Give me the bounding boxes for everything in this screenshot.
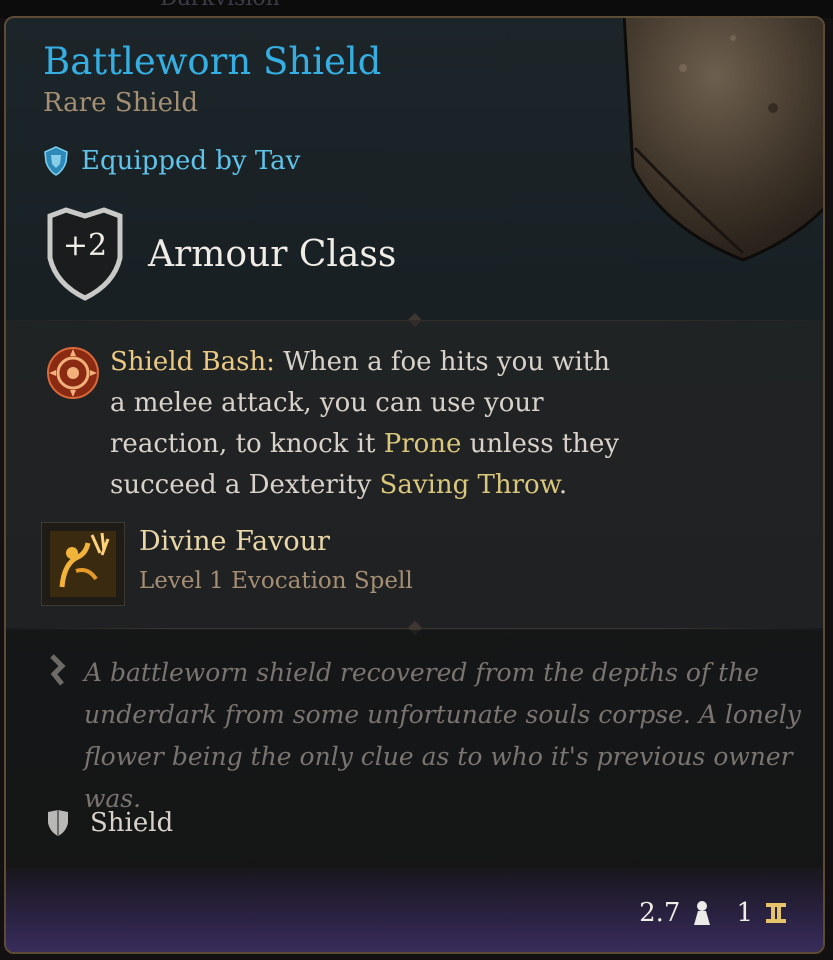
equipped-armor-icon [44, 146, 68, 176]
item-type: Shield [90, 808, 174, 838]
shield-bash-icon [47, 347, 99, 399]
equipped-status: Equipped by Tav [43, 146, 300, 176]
keyword-prone[interactable]: Prone [384, 429, 462, 459]
ac-label: Armour Class [148, 233, 397, 275]
scroll-quill-icon [50, 654, 66, 686]
weight-value: 2.7 [639, 898, 681, 928]
divine-favour-icon[interactable] [41, 522, 125, 606]
shield-illustration [623, 18, 823, 262]
equipped-label: Equipped by Tav [81, 146, 301, 176]
item-type-row: Shield [46, 808, 173, 838]
passive-name: Shield Bash: [110, 347, 275, 377]
flavor-text: A battleworn shield recovered from the d… [84, 658, 801, 813]
background-label: Darkvision [160, 0, 280, 11]
keyword-saving-throw[interactable]: Saving Throw [380, 470, 559, 500]
weight-icon [694, 901, 711, 925]
item-tooltip: Battleworn Shield Rare Shield Equipped b… [4, 16, 825, 954]
item-stats: 2.7 1 [639, 898, 789, 928]
item-rarity: Rare Shield [43, 88, 198, 118]
passive-text-3: . [558, 470, 568, 500]
shield-bash-description: Shield Bash: When a foe hits you with a … [110, 342, 630, 506]
value-amount: 1 [736, 898, 753, 928]
ac-shield-badge-icon: +2 [44, 206, 126, 302]
gold-value-icon [766, 903, 786, 923]
ac-bonus: +2 [62, 228, 108, 263]
spell-detail: Level 1 Evocation Spell [139, 568, 413, 594]
shield-type-icon [48, 810, 68, 836]
spell-name[interactable]: Divine Favour [139, 526, 330, 557]
armour-class-row: +2 Armour Class [44, 206, 396, 302]
item-name: Battleworn Shield [43, 40, 382, 83]
